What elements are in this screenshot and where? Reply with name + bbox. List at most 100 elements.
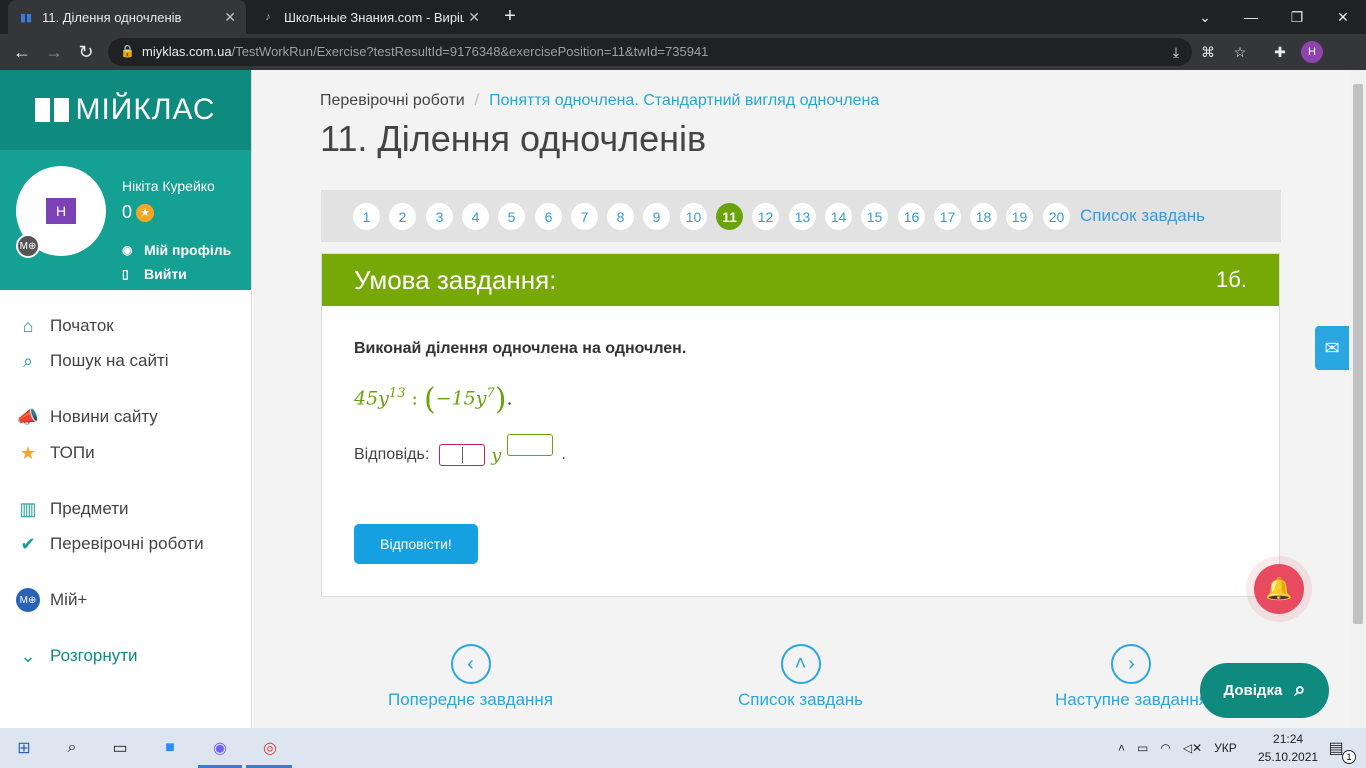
task-number-5[interactable]: 5 — [498, 203, 525, 230]
sidebar-item-news[interactable]: 📣 Новини сайту — [16, 405, 158, 429]
logout-link[interactable]: ▯ Вийти — [122, 266, 187, 282]
task-number-7[interactable]: 7 — [571, 203, 598, 230]
sidebar-item-expand[interactable]: ⌄ Розгорнути — [16, 644, 138, 668]
user-points: 0 ★ — [122, 202, 155, 223]
menu-label: Предмети — [50, 499, 129, 518]
book-logo-icon — [35, 98, 70, 122]
page-title: 11. Ділення одночленів — [320, 118, 707, 159]
close-icon[interactable]: ✕ — [224, 9, 236, 26]
menu-label: Розгорнути — [50, 646, 138, 665]
answer-row: Відповідь: y . — [354, 434, 566, 466]
volume-muted-icon[interactable]: ◁✕ — [1183, 741, 1202, 755]
coefficient-input[interactable] — [439, 444, 486, 466]
tab-search-icon[interactable]: ⌄ — [1182, 0, 1228, 34]
formula-paren-open: ( — [423, 382, 436, 417]
profile-avatar[interactable]: Н — [1301, 41, 1323, 63]
task-text: Виконай ділення одночлена на одночлен. — [354, 340, 687, 357]
next-task-nav[interactable]: › Наступне завдання — [1055, 644, 1208, 710]
sidebar: МІЙКЛАС Н М⊕ Нікіта Курейко 0 ★ ◉ Мій пр… — [0, 70, 252, 728]
task-view-icon[interactable]: ▭ — [106, 734, 134, 762]
task-number-18[interactable]: 18 — [970, 203, 997, 230]
chrome-icon[interactable]: ◎ — [256, 734, 284, 762]
chevron-down-icon: ⌄ — [20, 645, 36, 666]
help-button[interactable]: Довідка ⌕ — [1200, 663, 1329, 718]
tab-inactive[interactable]: ♪ Школьные Знания.com - Вирішу ✕ — [250, 0, 490, 34]
bookmark-star-icon[interactable]: ☆ — [1228, 40, 1252, 64]
breadcrumb-root[interactable]: Перевірочні роботи — [320, 92, 465, 109]
close-icon[interactable]: ✕ — [468, 9, 480, 26]
task-list-link[interactable]: Список завдань — [1080, 206, 1205, 226]
task-number-15[interactable]: 15 — [861, 203, 888, 230]
task-list-nav[interactable]: ˄ Список завдань — [738, 644, 863, 710]
exponent-input[interactable] — [507, 434, 554, 456]
install-icon[interactable]: ⤓ — [1164, 40, 1188, 64]
new-tab-icon[interactable]: + — [498, 4, 522, 28]
back-icon[interactable]: ← — [10, 40, 34, 64]
language-indicator[interactable]: УКР — [1214, 741, 1237, 755]
extensions-icon[interactable]: ✚ — [1268, 40, 1292, 64]
task-number-8[interactable]: 8 — [607, 203, 634, 230]
notification-bell-icon[interactable]: 🔔 — [1254, 564, 1304, 614]
system-tray: ˄ ▭ ◠ ◁✕ УКР — [1118, 728, 1237, 768]
task-number-4[interactable]: 4 — [462, 203, 489, 230]
breadcrumb: Перевірочні роботи / Поняття одночлена. Ст… — [320, 92, 879, 110]
battery-icon[interactable]: ▭ — [1137, 741, 1148, 755]
task-number-12[interactable]: 12 — [752, 203, 779, 230]
maximize-icon[interactable]: ❐ — [1274, 0, 1320, 34]
sidebar-item-tops[interactable]: ★ ТОПи — [16, 441, 95, 465]
answer-end: . — [561, 446, 566, 463]
sidebar-item-tests[interactable]: ✔ Перевірочні роботи — [16, 532, 203, 556]
menu-label: Пошук на сайті — [50, 351, 169, 370]
reload-icon[interactable]: ↻ — [74, 40, 98, 64]
translate-icon[interactable]: ⌘ — [1196, 40, 1220, 64]
task-number-9[interactable]: 9 — [643, 203, 670, 230]
zoom-icon[interactable]: ■ — [156, 734, 184, 762]
task-number-1[interactable]: 1 — [353, 203, 380, 230]
sidebar-item-search[interactable]: ⌕ Пошук на сайті — [16, 349, 169, 373]
mail-feedback-icon[interactable]: ✉ — [1315, 326, 1349, 370]
task-number-6[interactable]: 6 — [535, 203, 562, 230]
task-number-10[interactable]: 10 — [680, 203, 707, 230]
clock[interactable]: 21:24 25.10.2021 — [1258, 730, 1318, 766]
minimize-icon[interactable]: — — [1228, 0, 1274, 34]
task-number-20[interactable]: 20 — [1043, 203, 1070, 230]
url-input[interactable]: 🔒 miyklas.com.ua/TestWorkRun/Exercise?te… — [108, 38, 1192, 66]
sidebar-item-home[interactable]: ⌂ Початок — [16, 314, 114, 338]
my-profile-link[interactable]: ◉ Мій профіль — [122, 242, 231, 258]
tab-active[interactable]: ▮▮ 11. Ділення одночленів ✕ — [8, 0, 246, 34]
windows-start-icon[interactable]: ⊞ — [10, 734, 38, 762]
viber-icon[interactable]: ◉ — [206, 734, 234, 762]
task-number-14[interactable]: 14 — [825, 203, 852, 230]
user-name: Нікіта Курейко — [122, 178, 215, 194]
task-number-16[interactable]: 16 — [898, 203, 925, 230]
address-bar-row: ← → ↻ 🔒 miyklas.com.ua/TestWorkRun/Exerc… — [0, 34, 1366, 70]
submit-answer-button[interactable]: Відповісти! — [354, 524, 478, 564]
chevron-up-icon[interactable]: ˄ — [1118, 741, 1125, 755]
formula-paren-close: ) — [494, 382, 507, 417]
scrollbar-thumb[interactable] — [1353, 84, 1363, 624]
forward-icon[interactable]: → — [42, 40, 66, 64]
task-number-17[interactable]: 17 — [934, 203, 961, 230]
books-icon: ▥ — [19, 498, 37, 519]
home-icon: ⌂ — [22, 315, 34, 336]
breadcrumb-current[interactable]: Поняття одночлена. Стандартний вигляд од… — [489, 92, 879, 109]
brand-name: МІЙКЛАС — [75, 93, 216, 126]
task-number-3[interactable]: 3 — [426, 203, 453, 230]
sidebar-item-moi-plus[interactable]: М⊕ Мій+ — [16, 588, 87, 612]
formula-term-b: −15y — [435, 387, 487, 410]
profile-icon: ◉ — [122, 243, 133, 257]
clock-date: 25.10.2021 — [1258, 750, 1319, 764]
task-number-19[interactable]: 19 — [1006, 203, 1033, 230]
task-number-11[interactable]: 11 — [716, 203, 743, 230]
window-close-icon[interactable]: ✕ — [1320, 0, 1366, 34]
wifi-icon[interactable]: ◠ — [1160, 741, 1170, 755]
prev-task-nav[interactable]: ‹ Попереднє завдання — [388, 644, 553, 710]
tab-title: 11. Ділення одночленів — [42, 9, 182, 25]
chevron-left-icon: ‹ — [450, 644, 491, 684]
chevron-right-icon: › — [1111, 644, 1152, 684]
search-icon[interactable]: ⌕ — [58, 734, 86, 762]
task-number-2[interactable]: 2 — [389, 203, 416, 230]
task-number-13[interactable]: 13 — [789, 203, 816, 230]
sidebar-item-subjects[interactable]: ▥ Предмети — [16, 497, 129, 521]
brand-logo[interactable]: МІЙКЛАС — [0, 70, 251, 150]
